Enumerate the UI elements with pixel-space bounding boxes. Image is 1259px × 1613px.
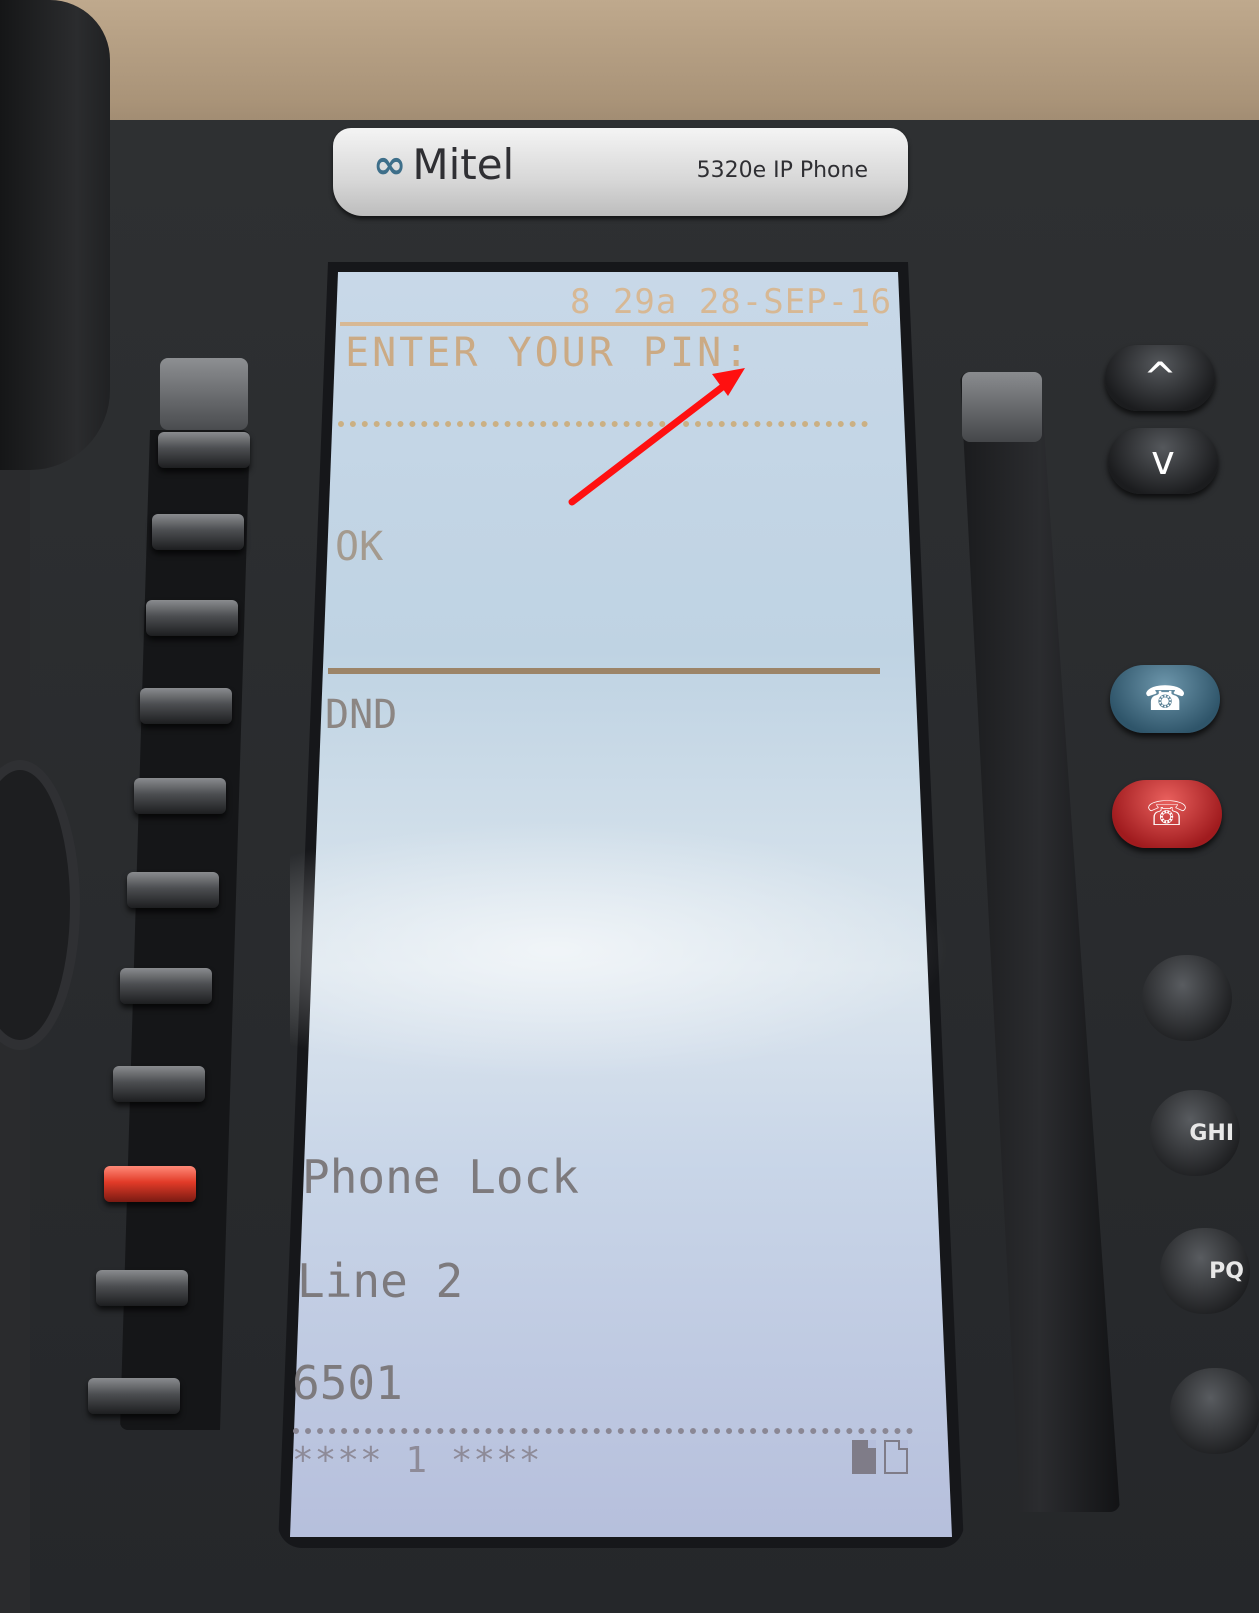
release-button[interactable]: ☏ [1112,780,1222,848]
annotation-arrow [568,368,745,506]
hold-button[interactable]: ☎ [1110,665,1220,733]
annotation-arrow-shaft [568,381,729,506]
nav-down-button[interactable]: v [1108,428,1218,494]
phone-hangup-icon: ☏ [1145,794,1189,834]
dial-key-ghi[interactable]: GHI [1150,1090,1240,1176]
dial-key-ghi-label: GHI [1189,1120,1234,1146]
nav-up-button[interactable]: ^ [1105,345,1215,411]
dial-key-pqrs-label: PQ [1209,1258,1244,1284]
dial-key-abc[interactable] [1142,955,1232,1041]
dial-key-pqrs[interactable]: PQ [1160,1228,1250,1314]
dial-key-star[interactable] [1170,1368,1259,1454]
phone-hold-icon: ☎ [1143,679,1187,719]
chevron-down-icon: v [1151,438,1175,484]
chevron-up-icon: ^ [1143,355,1177,401]
